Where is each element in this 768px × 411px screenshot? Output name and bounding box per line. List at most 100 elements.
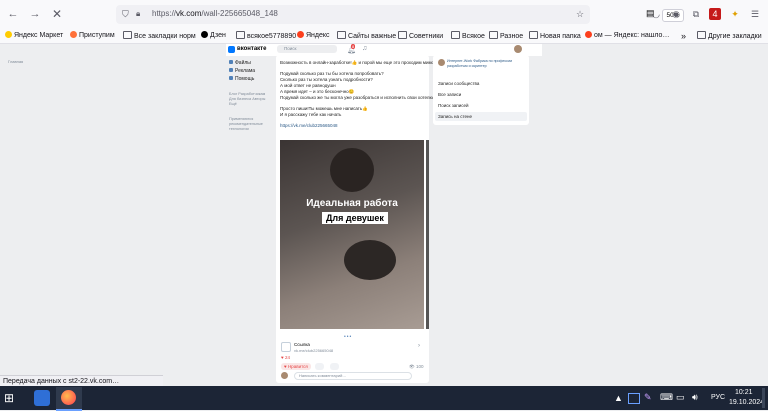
windows-start-icon[interactable]: ⊞ — [4, 391, 14, 405]
screenshot-icon[interactable] — [628, 393, 640, 404]
post-text-line: Подумай сколько же ты могла уже разобрат… — [280, 95, 435, 100]
post-image[interactable]: Идеальная работа Для девушек — [280, 140, 424, 329]
avatar[interactable] — [514, 45, 522, 53]
url-text[interactable]: https://vk.com/wall-225665048_148 — [152, 9, 278, 18]
like-button[interactable]: ♥ Нравится — [281, 363, 311, 370]
taskbar-firefox[interactable] — [56, 387, 82, 411]
menu-item-community-posts[interactable]: Записи сообщества — [438, 81, 479, 86]
menu-item-all-posts[interactable]: Все записи — [438, 92, 461, 97]
yandex-icon — [585, 31, 592, 38]
back-button[interactable]: ← — [6, 7, 20, 21]
volume-icon[interactable]: 🔊︎ — [692, 392, 698, 403]
attachment-title[interactable]: Ссылка — [294, 342, 310, 347]
bookmark-folder[interactable]: Сайты важные — [337, 31, 396, 41]
extension-icon[interactable]: ✦ — [729, 8, 741, 20]
ads-icon — [229, 68, 233, 72]
carousel-dots[interactable]: ••• — [344, 334, 352, 340]
badge-count: 4 — [712, 9, 718, 19]
group-avatar[interactable] — [438, 59, 445, 66]
post-text-line: Сколько раз ты хотела узнать подробности… — [280, 77, 373, 82]
browser-toolbar: ← → ✕ ⛉ 🔒︎ https://vk.com/wall-225665048… — [0, 0, 768, 29]
sidebar-item-help[interactable]: Помощь — [229, 76, 254, 82]
forward-icon[interactable]: → — [28, 7, 42, 21]
pocket-icon[interactable]: ◡ — [650, 8, 662, 20]
menu-icon[interactable]: ☰ — [749, 8, 761, 20]
bookmark-folder[interactable]: Всякое — [451, 31, 485, 41]
file-icon — [229, 60, 233, 64]
chevron-right-icon[interactable]: › — [418, 343, 420, 349]
yandex-market-icon — [5, 31, 12, 38]
vk-logo-text[interactable]: вконтакте — [237, 46, 266, 52]
post-text-line: А мой ответ не равнодушн — [280, 83, 336, 88]
bookmark-folder[interactable]: всякое5778890 — [236, 31, 296, 41]
link-icon — [281, 342, 291, 352]
menu-item-wall-post[interactable]: Запись на стене — [438, 114, 472, 119]
likes-count: ♥ 24 — [281, 355, 290, 360]
bookmark-yandex-search[interactable]: ом — Яндекс: нашло… — [585, 31, 669, 41]
menu-item-search-posts[interactable]: Поиск записей — [438, 103, 469, 108]
url-bar[interactable]: ⛉ 🔒︎ https://vk.com/wall-225665048_148 ▤… — [116, 5, 684, 24]
network-icon[interactable]: ⌨ — [660, 392, 673, 403]
clock-time[interactable]: 10:21 — [735, 389, 753, 396]
tray-arrow-icon[interactable]: ▲ — [614, 393, 623, 403]
pen-icon[interactable]: ✎ — [644, 392, 652, 403]
stop-loading-icon[interactable]: ✕ — [50, 7, 64, 21]
folder-icon — [337, 31, 346, 39]
bookmark-pristupim[interactable]: Приступим — [70, 31, 115, 41]
extensions-icon[interactable]: ⧉ — [690, 8, 702, 20]
cup-shape — [330, 148, 374, 192]
folder-icon — [236, 31, 245, 39]
account-icon[interactable]: ◉ — [670, 8, 682, 20]
folder-icon — [529, 31, 538, 39]
firefox-icon — [61, 390, 76, 405]
comment-button[interactable] — [315, 363, 324, 370]
image-title: Идеальная работа — [306, 198, 398, 209]
comment-input[interactable]: Написать комментарий… — [294, 372, 412, 380]
bookmark-folder[interactable]: Разное — [489, 31, 523, 41]
monitor-icon[interactable]: ▭ — [676, 392, 685, 403]
bookmark-yandex[interactable]: Яндекс — [297, 31, 330, 41]
post-text-line: Подумай сколько раз ты бы хотела попробо… — [280, 71, 384, 76]
post-link[interactable]: https://vk.me/club225665048 — [280, 123, 338, 128]
bookmark-folder[interactable]: Новая папка — [529, 31, 581, 41]
dzen-icon — [201, 31, 208, 38]
folder-icon — [398, 31, 407, 39]
clock-date[interactable]: 19.10.2024 — [729, 399, 764, 406]
right-panel: Интернет-Work Фабрика по профессии разра… — [433, 55, 529, 125]
language-indicator[interactable]: РУС — [711, 394, 725, 401]
app-icon[interactable] — [34, 390, 50, 406]
taskbar: ⊞ ▲ ✎ ⌨ ▭ 🔊︎ РУС 10:21 19.10.2024 — [0, 386, 768, 411]
bookmark-yandex-market[interactable]: Яндекс Маркет — [5, 31, 63, 41]
extension-badge-icon[interactable]: 4 — [709, 8, 721, 20]
bookmark-dzen[interactable]: Дзен — [201, 31, 226, 41]
search-input[interactable]: Поиск — [277, 45, 337, 53]
bookmark-folder[interactable]: Все закладки норм — [123, 31, 196, 41]
group-name[interactable]: Интернет-Work Фабрика по профессии разра… — [447, 59, 525, 68]
next-image-edge[interactable] — [426, 140, 429, 329]
left-sidebar-label: Главная — [8, 59, 24, 64]
bookmark-folder[interactable]: Советники — [398, 31, 443, 41]
firefox-icon — [70, 31, 77, 38]
music-icon[interactable]: ♫ — [362, 45, 367, 52]
bookmarks-overflow-button[interactable]: » — [681, 31, 686, 41]
bookmark-star-icon[interactable]: ☆ — [574, 8, 586, 20]
post-text-line: И я расскажу тебе как начать — [280, 112, 342, 117]
shield-icon[interactable]: ⛉ — [122, 9, 129, 20]
folder-icon — [697, 31, 706, 39]
other-bookmarks[interactable]: Другие закладки — [697, 31, 762, 41]
footer-note: Применяются рекомендательные технологии — [229, 117, 263, 131]
share-button[interactable] — [330, 363, 339, 370]
cup-shape — [344, 240, 396, 280]
folder-icon — [489, 31, 498, 39]
wall-post: Возможность в онлайн-заработке!👍 и порой… — [276, 55, 434, 383]
lock-icon[interactable]: 🔒︎ — [136, 9, 140, 19]
post-text-line: Возможность в онлайн-заработке!👍 и порой… — [280, 60, 435, 65]
folder-icon — [123, 31, 132, 39]
footer-links[interactable]: Блог Разработчикам Для бизнеса Авторы Ещ… — [229, 92, 271, 107]
sidebar-item-files[interactable]: Файлы — [229, 60, 251, 66]
show-desktop-button[interactable] — [762, 388, 765, 408]
views-count: 👁︎ 100 — [409, 364, 424, 369]
vk-logo-icon[interactable] — [228, 46, 235, 53]
attachment-url[interactable]: vk.me/club225665048 — [294, 348, 333, 353]
sidebar-item-ads[interactable]: Реклама — [229, 68, 255, 74]
